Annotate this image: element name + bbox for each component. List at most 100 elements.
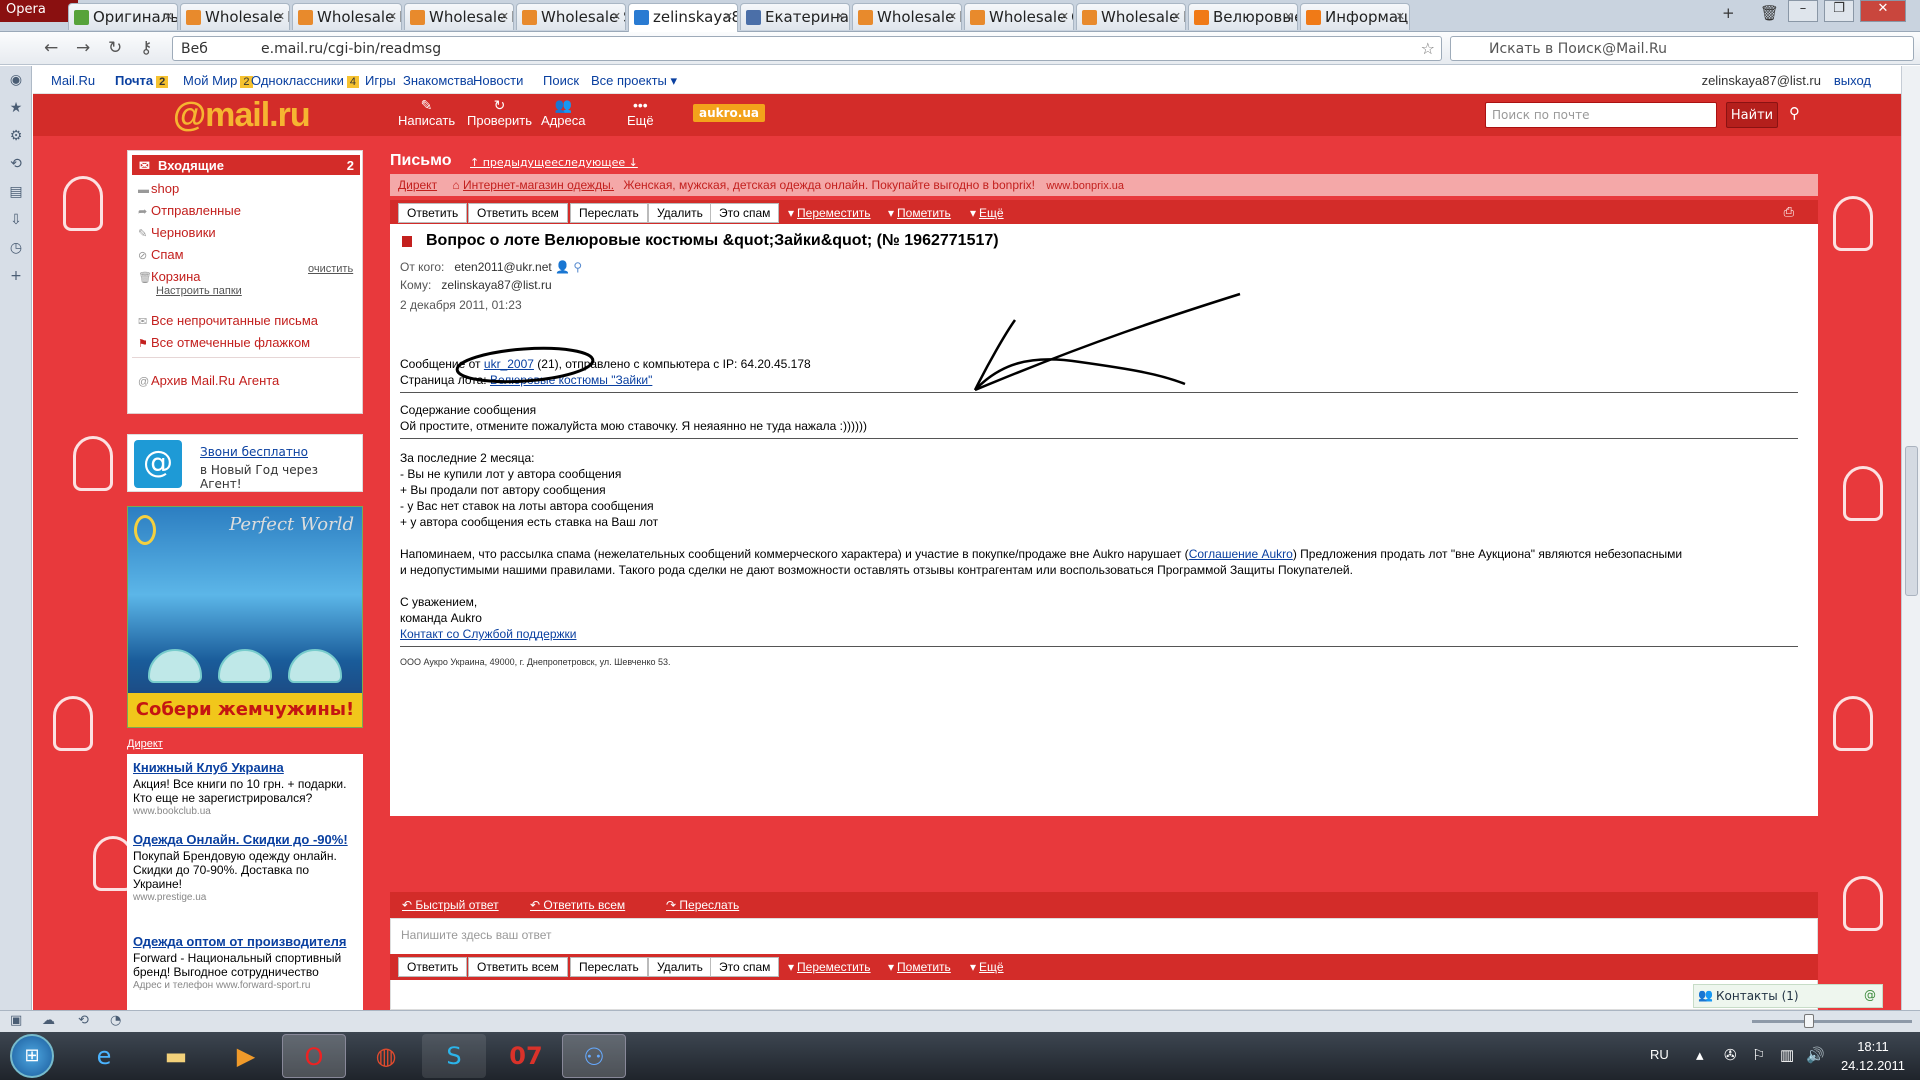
add-panel-icon[interactable]: + (0, 262, 32, 290)
browser-tab[interactable]: zelinskaya87...✕ (628, 3, 738, 32)
ad-title[interactable]: Одежда Онлайн. Скидки до -90%! (133, 832, 357, 847)
app-circles-icon[interactable]: ⚇ (562, 1034, 626, 1078)
chrome-icon[interactable]: ◍ (354, 1034, 418, 1078)
spam-button[interactable]: Это спам (710, 957, 780, 977)
zoom-handle[interactable] (1804, 1014, 1814, 1028)
close-tab-icon[interactable]: ✕ (1172, 10, 1181, 23)
scroll-thumb[interactable] (1905, 446, 1918, 596)
trash-icon[interactable]: 🗑 (1760, 4, 1779, 22)
tray-app-icon[interactable]: ✇ (1724, 1046, 1737, 1064)
more-dropdown[interactable]: Ещё (970, 206, 1004, 220)
reply-all-button[interactable]: Ответить всем (468, 203, 568, 223)
ad-url[interactable]: Адрес и телефон www.forward-sport.ru (133, 980, 357, 991)
search-sender-icon[interactable]: ⚲ (573, 260, 582, 274)
mailru-logo[interactable]: @mail.ru (173, 96, 311, 135)
tray-flag-icon[interactable]: ⚐ (1752, 1046, 1765, 1064)
spam-button[interactable]: Это спам (710, 203, 780, 223)
new-tab-button[interactable]: + (1722, 4, 1735, 22)
network-icon[interactable]: ▥ (1780, 1046, 1794, 1064)
find-button[interactable]: Найти (1726, 102, 1778, 128)
downloads-panel-icon[interactable]: ⇩ (0, 206, 32, 234)
volume-icon[interactable]: 🔊 (1806, 1046, 1825, 1064)
back-icon[interactable]: ← (44, 38, 58, 58)
aukro-agreement-link[interactable]: Соглашение Aukro (1189, 547, 1293, 561)
direkt-ad-site[interactable]: www.bonprix.ua (1046, 180, 1124, 192)
seller-link[interactable]: ukr_2007 (484, 357, 534, 371)
minimize-button[interactable]: – (1788, 0, 1818, 22)
close-tab-icon[interactable]: ✕ (948, 10, 957, 23)
delete-button[interactable]: Удалить (648, 203, 712, 223)
notes-panel-icon[interactable]: ▤ (0, 178, 32, 206)
close-tab-icon[interactable]: ✕ (836, 10, 845, 23)
ad-item[interactable]: Книжный Клуб Украина Акция! Все книги по… (133, 760, 357, 817)
aukro-badge[interactable]: aukro.ua (693, 104, 765, 122)
print-icon[interactable]: ⎙ (1784, 205, 1794, 220)
forward-icon[interactable]: → (76, 38, 90, 58)
agent-archive-link[interactable]: @ Архив Mail.Ru Агента (138, 373, 279, 388)
portal-nav-item[interactable]: Почта 2 (115, 73, 169, 88)
clock-date[interactable]: 24.12.2011 (1838, 1058, 1908, 1073)
lot-link[interactable]: Велюровые костюмы "Зайки" (490, 373, 652, 387)
windows-start-button[interactable]: ⊞ (10, 1034, 54, 1078)
browser-tab[interactable]: Оригинальн...✕ (68, 3, 178, 30)
reload-icon[interactable]: ↻ (108, 38, 122, 58)
folder-item[interactable]: ▬ shop (138, 181, 179, 196)
user-email[interactable]: zelinskaya87@list.ru (1702, 73, 1821, 88)
close-tab-icon[interactable]: ✕ (1396, 10, 1405, 23)
browser-tab[interactable]: Wholesale Bl...✕ (292, 3, 402, 30)
direkt-ad-label[interactable]: Директ (398, 178, 437, 192)
explorer-folder-icon[interactable]: ▬ (144, 1034, 208, 1078)
address-url[interactable]: e.mail.ru/cgi-bin/readmsg (261, 41, 441, 57)
folder-inbox[interactable]: ✉ Входящие 2 (132, 155, 360, 175)
search-options-icon[interactable]: ⚲ (1789, 104, 1800, 122)
address-scope[interactable]: Веб (181, 41, 216, 57)
browser-search-input[interactable]: Искать в Поиск@Mail.Ru (1450, 36, 1914, 61)
contacts-widget[interactable]: 👥 Контакты (1) @ (1693, 984, 1883, 1008)
folder-settings-link[interactable]: Настроить папки (156, 285, 242, 297)
quick-reply-link[interactable]: ↶ Быстрый ответ (402, 898, 499, 912)
folder-item[interactable]: ✎ Черновики (138, 225, 216, 240)
opera-taskbar-icon[interactable]: O (282, 1034, 346, 1078)
folder-item[interactable]: ⊘ Спам (138, 247, 184, 262)
opera-menu-button[interactable]: Opera (0, 0, 78, 22)
browser-tab[interactable]: Информаци...✕ (1300, 3, 1410, 30)
zoom-slider[interactable] (1752, 1014, 1912, 1028)
flagged-letters-link[interactable]: ⚑ Все отмеченные флажком (138, 335, 310, 350)
browser-tab[interactable]: Wholesale L...✕ (180, 3, 290, 30)
ad-item[interactable]: Одежда Онлайн. Скидки до -90%! Покупай Б… (133, 832, 357, 903)
maximize-button[interactable]: ❐ (1824, 0, 1854, 22)
close-tab-icon[interactable]: ✕ (612, 10, 621, 23)
turbo-icon[interactable]: ⟲ (78, 1013, 89, 1028)
portal-nav-item[interactable]: Одноклассники 4 (251, 73, 359, 88)
portal-nav-item[interactable]: Игры (365, 73, 396, 88)
more-dropdown[interactable]: Ещё (970, 960, 1004, 974)
app-07-icon[interactable]: 07 (494, 1034, 558, 1078)
next-letter-link[interactable]: следующее ↓ (558, 156, 638, 169)
direkt-shop-link[interactable]: Интернет-магазин одежды. (463, 178, 614, 192)
mail-panel-icon[interactable]: ◉ (0, 66, 32, 94)
direkt-ad-bar[interactable]: Директ ⌂ Интернет-магазин одежды. Женска… (390, 174, 1818, 196)
history-panel-icon[interactable]: ◷ (0, 234, 32, 262)
internet-explorer-icon[interactable]: e (72, 1034, 136, 1078)
clear-trash-link[interactable]: очистить (308, 263, 353, 275)
close-window-button[interactable]: ✕ (1860, 0, 1906, 22)
settings-panel-icon[interactable]: ⚙ (0, 122, 32, 150)
share-panel-icon[interactable]: ⟲ (0, 150, 32, 178)
ad-title[interactable]: Одежда оптом от производителя (133, 934, 357, 949)
flag-icon[interactable] (402, 236, 412, 247)
agent-promo-title[interactable]: Звони бесплатно (200, 445, 308, 459)
clock-time[interactable]: 18:11 (1838, 1039, 1908, 1054)
unite-icon[interactable]: ☁ (42, 1013, 55, 1028)
address-field[interactable]: Веб e.mail.ru/cgi-bin/readmsg ☆ (172, 36, 1442, 61)
page-scrollbar[interactable] (1901, 66, 1920, 1010)
ad-item[interactable]: Одежда оптом от производителя Forward - … (133, 934, 357, 991)
close-tab-icon[interactable]: ✕ (500, 10, 509, 23)
reply-button[interactable]: Ответить (398, 957, 468, 977)
quick-reply-all-link[interactable]: ↶ Ответить всем (530, 898, 625, 912)
agent-promo[interactable]: @ Звони бесплатно в Новый Год через Аген… (127, 434, 363, 492)
browser-tab[interactable]: Велюровые...✕ (1188, 3, 1298, 30)
forward-button[interactable]: Переслать (570, 203, 648, 223)
portal-nav-item[interactable]: Поиск (543, 73, 579, 88)
portal-nav-item[interactable]: Все проекты ▾ (591, 73, 677, 89)
browser-tab[interactable]: Wholesale F...✕ (1076, 3, 1186, 30)
